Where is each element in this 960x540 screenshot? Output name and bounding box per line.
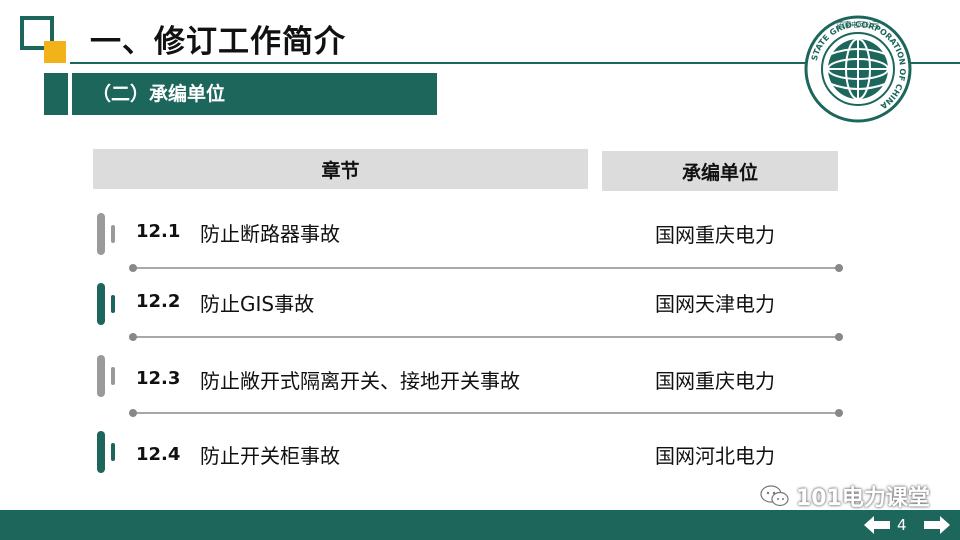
page-title: 一、修订工作简介 [90, 24, 346, 60]
row-unit: 国网重庆电力 [655, 223, 775, 247]
subtitle-banner: （二）承编单位 [72, 73, 437, 115]
footer-bar [0, 510, 960, 540]
subtitle-left-block [44, 73, 68, 115]
row-number: 12.3 [136, 368, 181, 389]
watermark: 101电力课堂 [760, 480, 930, 512]
row-bar-large [97, 213, 105, 255]
row-separator [129, 264, 843, 272]
arrow-right-icon[interactable] [924, 516, 950, 534]
row-separator [129, 333, 843, 341]
table-row: 12.3 防止敞开式隔离开关、接地开关事故 国网重庆电力 [0, 353, 960, 403]
state-grid-logo: STATE GRID CORPORATION OF CHINA 国家电网公司 [803, 14, 913, 124]
row-bar-small [111, 295, 115, 313]
header-chapter: 章节 [93, 149, 588, 189]
row-bar-large [97, 283, 105, 325]
row-unit: 国网重庆电力 [655, 369, 775, 393]
page-number: 4 [897, 516, 907, 534]
table-row: 12.4 防止开关柜事故 国网河北电力 [0, 429, 960, 479]
row-number: 12.4 [136, 444, 181, 465]
row-name: 防止GIS事故 [200, 292, 315, 316]
row-bar-small [111, 443, 115, 461]
table-row: 12.1 防止断路器事故 国网重庆电力 [0, 210, 960, 260]
row-separator [129, 409, 843, 417]
header-unit: 承编单位 [602, 151, 838, 191]
row-name: 防止断路器事故 [200, 222, 340, 246]
row-name: 防止开关柜事故 [200, 444, 340, 468]
row-unit: 国网天津电力 [655, 292, 775, 316]
row-bar-small [111, 225, 115, 243]
logo-top-text: 国家电网公司 [837, 20, 879, 29]
row-unit: 国网河北电力 [655, 444, 775, 468]
watermark-text: 101电力课堂 [796, 486, 930, 511]
arrow-left-icon[interactable] [864, 516, 890, 534]
row-number: 12.2 [136, 291, 181, 312]
row-bar-small [111, 367, 115, 385]
row-number: 12.1 [136, 221, 181, 242]
row-bar-large [97, 355, 105, 397]
row-name: 防止敞开式隔离开关、接地开关事故 [200, 369, 520, 393]
corner-gold-decoration [44, 41, 66, 63]
wechat-icon [760, 485, 789, 507]
row-bar-large [97, 431, 105, 473]
table-row: 12.2 防止GIS事故 国网天津电力 [0, 281, 960, 331]
